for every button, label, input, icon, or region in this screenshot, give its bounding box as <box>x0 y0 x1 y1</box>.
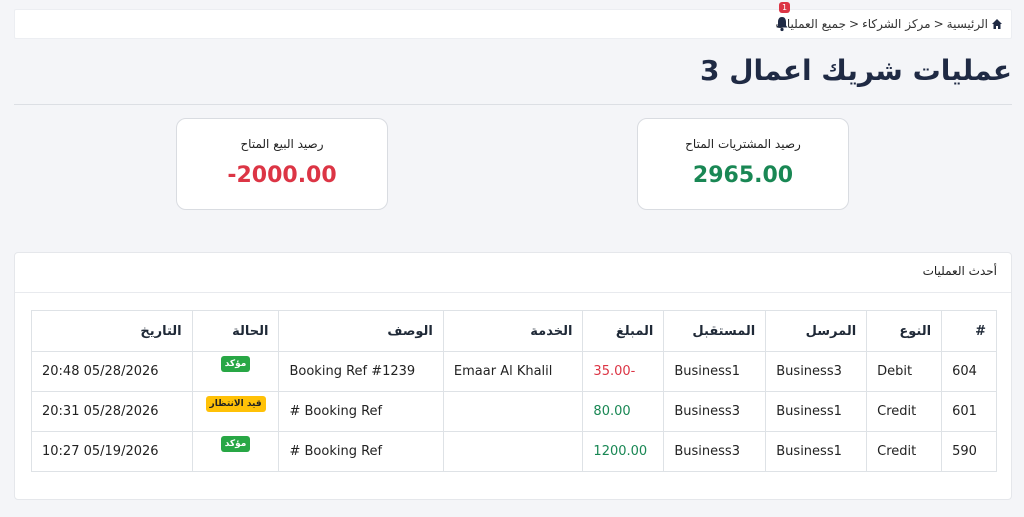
sales-balance-card: رصيد البيع المتاح -2000.00 <box>176 118 388 210</box>
cell-type: Debit <box>866 351 943 392</box>
divider <box>14 104 1012 105</box>
breadcrumb-separator: < <box>933 17 944 31</box>
cell-description: Booking Ref # <box>278 391 444 432</box>
cell-amount: 80.00 <box>582 391 665 432</box>
cell-description: Booking Ref #1239 <box>278 351 444 392</box>
cell-service: Emaar Al Khalil <box>442 351 584 392</box>
cell-description: Booking Ref # <box>278 431 444 472</box>
home-icon[interactable] <box>991 18 1003 30</box>
header-amount: المبلغ <box>582 310 665 352</box>
cell-amount: -35.00 <box>582 351 665 392</box>
status-badge: قيد الانتظار <box>205 396 266 412</box>
cell-service <box>442 391 584 432</box>
cell-status: قيد الانتظار <box>191 391 280 432</box>
cell-id: 604 <box>941 351 997 392</box>
header-service: الخدمة <box>442 310 584 352</box>
cell-date: 05/19/2026 10:27 <box>31 431 193 472</box>
header-date: التاريخ <box>31 310 193 352</box>
cell-status: مؤكد <box>191 431 280 472</box>
cell-amount: 1200.00 <box>582 431 665 472</box>
top-bar: الرئيسية < مركز الشركاء < جميع العمليات <box>14 9 1012 39</box>
recent-operations-panel: أحدث العمليات # النوع المرسل المستقبل ال… <box>14 252 1012 500</box>
header-id: # <box>941 310 997 352</box>
cell-service <box>442 431 584 472</box>
sales-balance-value: -2000.00 <box>227 163 337 188</box>
purchases-balance-card: رصيد المشتريات المتاح 2965.00 <box>637 118 849 210</box>
table-row[interactable]: 590 Credit Business1 Business3 1200.00 B… <box>31 431 997 472</box>
purchases-balance-label: رصيد المشتريات المتاح <box>685 137 801 151</box>
sales-balance-label: رصيد البيع المتاح <box>240 137 324 151</box>
purchases-balance-value: 2965.00 <box>692 163 794 188</box>
cell-type: Credit <box>866 391 943 432</box>
header-description: الوصف <box>278 310 444 352</box>
header-type: النوع <box>866 310 943 352</box>
header-receiver: المستقبل <box>663 310 767 352</box>
breadcrumb-partners[interactable]: مركز الشركاء <box>862 17 931 31</box>
header-sender: المرسل <box>765 310 868 352</box>
cell-status: مؤكد <box>191 351 280 392</box>
cell-date: 05/28/2026 20:31 <box>31 391 193 432</box>
page-title: عمليات شريك اعمال 3 <box>700 54 1012 87</box>
cell-id: 601 <box>941 391 997 432</box>
operations-table: # النوع المرسل المستقبل المبلغ الخدمة ال… <box>31 310 997 472</box>
header-status: الحالة <box>191 310 280 352</box>
breadcrumb: الرئيسية < مركز الشركاء < جميع العمليات <box>776 17 1003 31</box>
breadcrumb-separator: < <box>849 17 860 31</box>
table-row[interactable]: 601 Credit Business1 Business3 80.00 Boo… <box>31 391 997 432</box>
table-header-row: # النوع المرسل المستقبل المبلغ الخدمة ال… <box>31 310 997 352</box>
cell-id: 590 <box>941 431 997 472</box>
cell-sender: Business1 <box>765 431 868 472</box>
cell-receiver: Business1 <box>663 351 767 392</box>
cell-receiver: Business3 <box>663 431 767 472</box>
cell-receiver: Business3 <box>663 391 767 432</box>
panel-title: أحدث العمليات <box>15 253 1011 293</box>
cell-date: 05/28/2026 20:48 <box>31 351 193 392</box>
cell-type: Credit <box>866 431 943 472</box>
breadcrumb-home[interactable]: الرئيسية <box>947 17 988 31</box>
status-badge: مؤكد <box>220 356 251 372</box>
cell-sender: Business3 <box>765 351 868 392</box>
cell-sender: Business1 <box>765 391 868 432</box>
bell-icon[interactable] <box>775 16 789 32</box>
status-badge: مؤكد <box>220 436 251 452</box>
notification-badge: 1 <box>779 2 790 13</box>
table-row[interactable]: 604 Debit Business3 Business1 -35.00 Ema… <box>31 351 997 392</box>
